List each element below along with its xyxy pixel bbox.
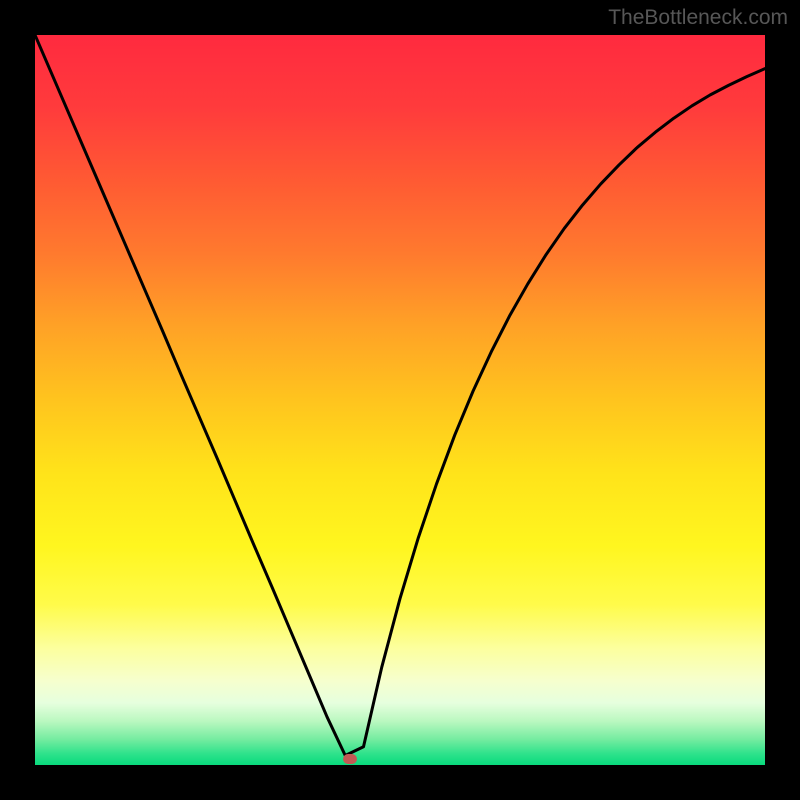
watermark-label: TheBottleneck.com <box>608 6 788 30</box>
chart-container: TheBottleneck.com <box>0 0 800 800</box>
curve-overlay <box>35 35 765 765</box>
plot-area <box>35 35 765 765</box>
optimal-point-marker <box>343 754 357 764</box>
bottleneck-curve <box>35 35 765 756</box>
